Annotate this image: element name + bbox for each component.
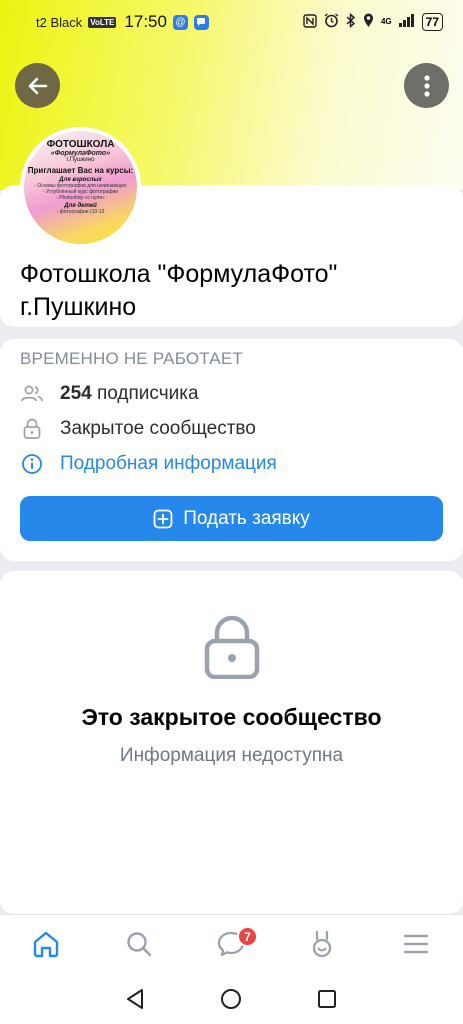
group-status: ВРЕМЕННО НЕ РАБОТАЕТ [20, 349, 243, 368]
avatar-image: ФОТОШКОЛА «ФормулаФото» г.Пушкино Пригла… [24, 131, 137, 244]
details-link[interactable]: Подробная информация [20, 451, 277, 477]
bluetooth-icon [346, 12, 356, 31]
tab-home[interactable] [29, 927, 63, 961]
clips-icon [312, 930, 332, 958]
battery-level: 77 [421, 13, 443, 31]
closed-notice-subtitle: Информация недоступна [119, 745, 344, 766]
group-avatar[interactable]: ФОТОШКОЛА «ФормулаФото» г.Пушкино Пригла… [20, 127, 141, 248]
system-back-button[interactable] [124, 988, 146, 1010]
system-nav-bar [0, 974, 463, 1024]
lock-large-icon [204, 615, 260, 679]
group-title: Фотошкола "ФормулаФото" г.Пушкино [20, 260, 338, 321]
subscribers-row[interactable]: 254 подписчика [20, 381, 199, 407]
users-icon [20, 382, 44, 406]
subscribers-count: 254 [60, 383, 92, 404]
menu-icon [403, 934, 429, 954]
system-recent-apps-button[interactable] [316, 988, 338, 1010]
tab-menu[interactable] [399, 927, 433, 961]
add-square-icon [153, 509, 173, 528]
chat-notification-icon [193, 14, 209, 30]
tab-search[interactable] [122, 927, 156, 961]
triangle-back-icon [127, 989, 143, 1009]
circle-home-icon [221, 989, 241, 1009]
square-recent-icon [318, 990, 336, 1008]
tab-clips[interactable] [305, 927, 339, 961]
location-icon [363, 13, 374, 31]
network-type: 4G [380, 17, 392, 26]
status-bar: t2 Black VoLTE 17:50 @ 4G 77 [0, 0, 463, 44]
system-home-button[interactable] [220, 988, 242, 1010]
carrier-name: t2 Black [36, 14, 83, 30]
closed-notice-title: Это закрытое сообщество [81, 704, 382, 730]
closed-notice-card: Это закрытое сообщество Информация недос… [0, 571, 463, 914]
closed-group-row: Закрытое сообщество [20, 416, 256, 442]
lock-icon [20, 417, 44, 441]
back-button[interactable] [15, 63, 60, 108]
apply-button-label: Подать заявку [183, 507, 310, 529]
nfc-icon [303, 13, 317, 31]
more-vertical-icon [423, 74, 430, 97]
alarm-icon [324, 13, 339, 31]
subscribers-text: 254 подписчика [60, 383, 199, 405]
signal-icon [398, 14, 415, 30]
clock: 17:50 [124, 12, 167, 31]
apply-button[interactable]: Подать заявку [20, 496, 443, 541]
at-notification-icon: @ [172, 14, 188, 30]
arrow-left-icon [28, 77, 47, 94]
home-icon [33, 931, 59, 958]
messages-badge: 7 [237, 926, 258, 947]
closed-group-label: Закрытое сообщество [60, 418, 256, 439]
more-options-button[interactable] [404, 63, 449, 108]
search-icon [127, 932, 152, 957]
bottom-tab-bar [0, 914, 463, 974]
info-icon [20, 452, 44, 476]
group-info-card: ВРЕМЕННО НЕ РАБОТАЕТ 254 подписчика Закр… [0, 339, 463, 561]
subscribers-word: подписчика [96, 383, 199, 404]
volte-indicator: VoLTE [88, 16, 117, 28]
details-link-label: Подробная информация [60, 453, 277, 474]
